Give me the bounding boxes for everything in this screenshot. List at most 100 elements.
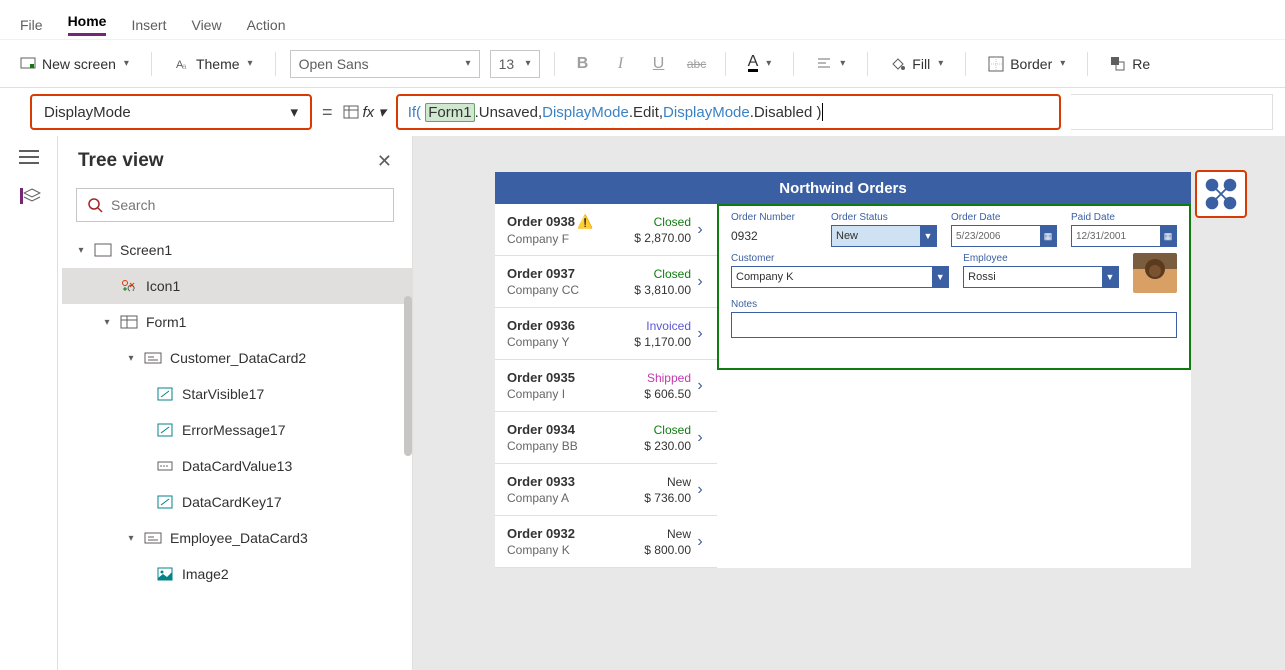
value-employee: Rossi [968, 271, 996, 283]
border-button[interactable]: Border ▾ [980, 52, 1073, 76]
chevron-down-icon: ▾ [840, 58, 845, 69]
tree-label: Screen1 [120, 242, 172, 258]
chevron-right-icon: › [691, 481, 709, 499]
formula-token-displaymode2: DisplayMode [663, 104, 750, 121]
fx-button[interactable]: fx▾ [343, 103, 386, 121]
screen-icon [20, 56, 36, 72]
fill-button[interactable]: Fill ▾ [882, 52, 951, 76]
order-date-picker[interactable]: 5/23/2006▦ [951, 225, 1057, 247]
tree-item-datacardkey[interactable]: DataCardKey17 [62, 484, 412, 520]
grid-icon [343, 104, 359, 120]
order-list[interactable]: Order 0938⚠️Company FClosed$ 2,870.00›Or… [495, 204, 717, 568]
theme-button[interactable]: Aa Theme ▾ [166, 52, 261, 76]
tree-item-errormessage[interactable]: ErrorMessage17 [62, 412, 412, 448]
menu-file[interactable]: File [20, 17, 43, 33]
menu-insert[interactable]: Insert [131, 17, 166, 33]
tree-label: Icon1 [146, 278, 180, 294]
tree-item-form1[interactable]: ▾Form1 [62, 304, 412, 340]
chevron-down-icon: ▾ [1060, 58, 1065, 69]
order-list-item[interactable]: Order 0938⚠️Company FClosed$ 2,870.00› [495, 204, 717, 256]
formula-token-if: If( [408, 104, 421, 121]
order-list-item[interactable]: Order 0933Company ANew$ 736.00› [495, 464, 717, 516]
underline-button[interactable]: U [645, 55, 673, 73]
scrollbar-thumb[interactable] [404, 296, 412, 456]
notes-input[interactable] [731, 312, 1177, 338]
chevron-down-icon: ▼ [920, 226, 936, 246]
tree-item-starvisible[interactable]: StarVisible17 [62, 376, 412, 412]
order-list-item[interactable]: Order 0936Company YInvoiced$ 1,170.00› [495, 308, 717, 360]
tree-label: Customer_DataCard2 [170, 350, 306, 366]
chevron-right-icon: › [691, 377, 709, 395]
hamburger-icon[interactable] [19, 150, 39, 164]
tree-view-title: Tree view [78, 150, 164, 172]
app-preview: Northwind Orders Order 0938⚠️Company FCl… [495, 172, 1191, 568]
order-list-item[interactable]: Order 0935Company IShipped$ 606.50› [495, 360, 717, 412]
font-color-button[interactable]: A ▾ [740, 51, 780, 76]
align-button[interactable]: ▾ [808, 52, 853, 76]
search-input[interactable] [76, 188, 394, 222]
order-status-select[interactable]: New ▼ [831, 225, 937, 247]
strikethrough-button[interactable]: abc [683, 57, 711, 71]
tree-item-employee-datacard[interactable]: ▾Employee_DataCard3 [62, 520, 412, 556]
tree-item-icon1[interactable]: Icon1 [62, 268, 412, 304]
customer-select[interactable]: Company K▼ [731, 266, 949, 288]
border-icon [988, 56, 1004, 72]
new-screen-label: New screen [42, 56, 116, 72]
tree-item-datacardvalue[interactable]: DataCardValue13 [62, 448, 412, 484]
label-employee: Employee [963, 253, 1119, 264]
top-menu: File Home Insert View Action [0, 0, 1285, 40]
formula-token-form1: Form1 [425, 103, 474, 122]
font-size-select[interactable]: 13▾ [490, 50, 540, 78]
search-icon [87, 197, 103, 213]
value-paid-date: 12/31/2001 [1076, 231, 1126, 242]
menu-action[interactable]: Action [247, 17, 286, 33]
layers-icon[interactable] [20, 188, 38, 204]
calendar-icon: ▦ [1040, 226, 1056, 246]
paint-bucket-icon [890, 56, 906, 72]
order-list-item[interactable]: Order 0937Company CCClosed$ 3,810.00› [495, 256, 717, 308]
tree-label: DataCardValue13 [182, 458, 292, 474]
equals-label: = [322, 102, 333, 123]
new-screen-button[interactable]: New screen ▾ [12, 52, 137, 76]
tree-view-panel: Tree view ✕ ▾Screen1 Icon1 ▾Form1 ▾Custo… [58, 136, 413, 670]
employee-avatar [1133, 253, 1177, 293]
tree-label: DataCardKey17 [182, 494, 282, 510]
property-dropdown[interactable]: DisplayMode ▾ [30, 94, 312, 130]
label-order-status: Order Status [831, 212, 937, 223]
tree-item-screen1[interactable]: ▾Screen1 [62, 232, 412, 268]
formula-input[interactable]: If( Form1 .Unsaved, DisplayMode .Edit, D… [396, 94, 1061, 130]
tree: ▾Screen1 Icon1 ▾Form1 ▾Customer_DataCard… [58, 232, 412, 670]
label-order-date: Order Date [951, 212, 1057, 223]
chevron-down-icon: ▾ [124, 58, 129, 69]
order-list-item[interactable]: Order 0932Company KNew$ 800.00› [495, 516, 717, 568]
font-color-icon: A [748, 55, 759, 72]
border-label: Border [1010, 56, 1052, 72]
bold-button[interactable]: B [569, 55, 597, 73]
italic-button[interactable]: I [607, 55, 635, 73]
property-value: DisplayMode [44, 104, 131, 121]
label-customer: Customer [731, 253, 949, 264]
chevron-down-icon: ▾ [938, 58, 943, 69]
ribbon: New screen ▾ Aa Theme ▾ Open Sans▾ 13▾ B… [0, 40, 1285, 88]
order-list-item[interactable]: Order 0934Company BBClosed$ 230.00› [495, 412, 717, 464]
theme-label: Theme [196, 56, 240, 72]
value-order-number: 0932 [731, 225, 817, 247]
reorder-button[interactable]: Re [1102, 52, 1158, 76]
font-name-select[interactable]: Open Sans▾ [290, 50, 480, 78]
search-field[interactable] [111, 197, 383, 213]
paid-date-picker[interactable]: 12/31/2001 ▦ [1071, 225, 1177, 247]
tree-item-customer-datacard[interactable]: ▾Customer_DataCard2 [62, 340, 412, 376]
tree-item-image2[interactable]: Image2 [62, 556, 412, 592]
chevron-right-icon: › [691, 533, 709, 551]
employee-select[interactable]: Rossi▼ [963, 266, 1119, 288]
theme-icon: Aa [174, 56, 190, 72]
chevron-down-icon: ▾ [466, 58, 471, 69]
value-order-status: New [836, 230, 858, 242]
close-icon[interactable]: ✕ [377, 151, 392, 172]
calendar-icon: ▦ [1160, 226, 1176, 246]
menu-home[interactable]: Home [68, 13, 107, 36]
selected-icon1[interactable] [1195, 170, 1247, 218]
menu-view[interactable]: View [191, 17, 221, 33]
form-pane: Order Number0932 Order StatusNew▼ Order … [717, 204, 1191, 370]
formula-token-disabled: .Disabled ) [750, 104, 822, 121]
